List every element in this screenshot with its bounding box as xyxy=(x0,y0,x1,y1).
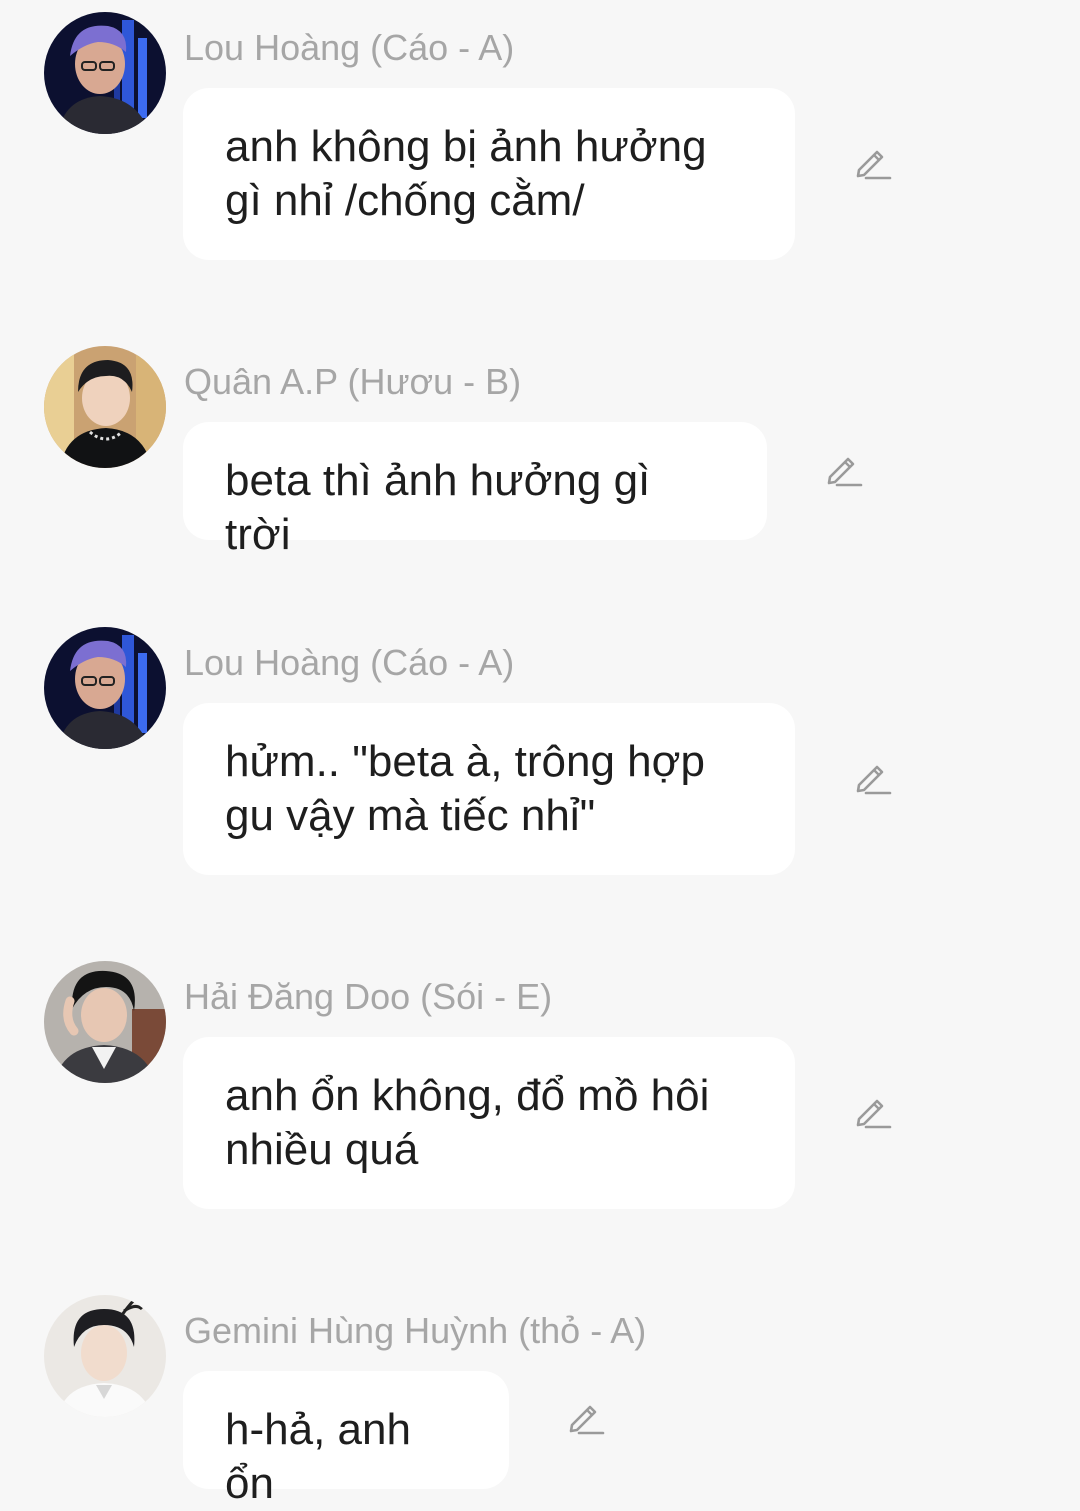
sender-name: Lou Hoàng (Cáo - A) xyxy=(184,642,515,683)
message-bubble[interactable]: h-hả, anh ổn xyxy=(183,1371,509,1508)
edit-pencil-icon[interactable] xyxy=(563,1395,605,1437)
edit-pencil-icon[interactable] xyxy=(850,1089,892,1131)
avatar[interactable] xyxy=(44,346,166,468)
message-text: beta thì ảnh hưởng gì trời xyxy=(225,456,651,559)
message-bubble[interactable]: hửm.. "beta à, trông hợp gu vậy mà tiếc … xyxy=(183,703,795,875)
sender-name: Quân A.P (Hươu - B) xyxy=(184,361,522,402)
chat-message: Gemini Hùng Huỳnh (thỏ - A) h-hả, anh ổn xyxy=(0,1295,1080,1508)
chat-message: Lou Hoàng (Cáo - A) anh không bị ảnh hưở… xyxy=(0,12,1080,262)
avatar[interactable] xyxy=(44,961,166,1083)
edit-pencil-icon[interactable] xyxy=(821,447,863,489)
edit-pencil-icon[interactable] xyxy=(850,755,892,797)
chat-message: Lou Hoàng (Cáo - A) hửm.. "beta à, trông… xyxy=(0,627,1080,877)
chat-message: Hải Đăng Doo (Sói - E) anh ổn không, đổ … xyxy=(0,961,1080,1211)
message-text: hửm.. "beta à, trông hợp gu vậy mà tiếc … xyxy=(225,737,705,840)
chat-message: Quân A.P (Hươu - B) beta thì ảnh hưởng g… xyxy=(0,346,1080,559)
sender-name: Lou Hoàng (Cáo - A) xyxy=(184,27,515,68)
avatar[interactable] xyxy=(44,12,166,134)
message-text: anh ổn không, đổ mồ hôi nhiều quá xyxy=(225,1071,710,1174)
message-bubble[interactable]: beta thì ảnh hưởng gì trời xyxy=(183,422,767,559)
message-text: anh không bị ảnh hưởng gì nhỉ /chống cằm… xyxy=(225,122,707,225)
avatar[interactable] xyxy=(44,627,166,749)
message-bubble[interactable]: anh ổn không, đổ mồ hôi nhiều quá xyxy=(183,1037,795,1209)
edit-pencil-icon[interactable] xyxy=(850,140,892,182)
message-bubble[interactable]: anh không bị ảnh hưởng gì nhỉ /chống cằm… xyxy=(183,88,795,260)
sender-name: Gemini Hùng Huỳnh (thỏ - A) xyxy=(184,1310,647,1351)
message-text: h-hả, anh ổn xyxy=(225,1405,411,1508)
avatar[interactable] xyxy=(44,1295,166,1417)
sender-name: Hải Đăng Doo (Sói - E) xyxy=(184,976,553,1017)
